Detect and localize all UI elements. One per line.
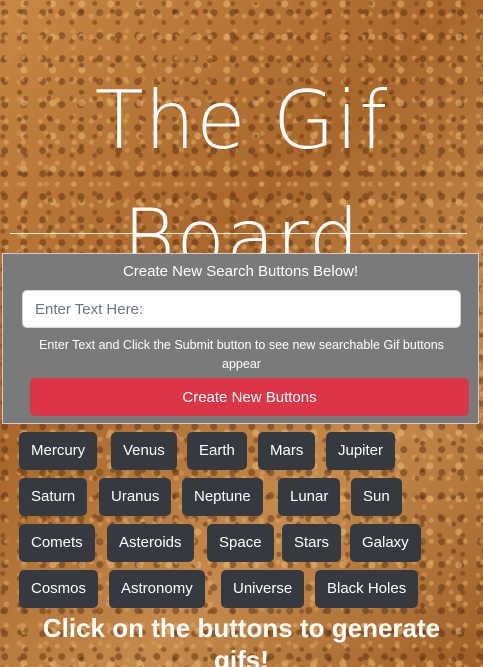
gif-button-mars[interactable]: Mars [258, 432, 316, 470]
gif-button-comets[interactable]: Comets [19, 524, 95, 562]
gif-button-galaxy[interactable]: Galaxy [350, 524, 421, 562]
gif-button-space[interactable]: Space [207, 524, 274, 562]
gif-button-cosmos[interactable]: Cosmos [19, 570, 99, 608]
gif-button-saturn[interactable]: Saturn [19, 478, 88, 516]
gif-button-universe[interactable]: Universe [221, 570, 305, 608]
gif-button-stars[interactable]: Stars [282, 524, 342, 562]
gif-button-uranus[interactable]: Uranus [99, 478, 172, 516]
gif-button-sun[interactable]: Sun [351, 478, 402, 516]
gif-button-asteroids[interactable]: Asteroids [107, 524, 194, 562]
gif-button-black-holes[interactable]: Black Holes [315, 570, 419, 608]
gif-button-jupiter[interactable]: Jupiter [326, 432, 396, 470]
gif-button-earth[interactable]: Earth [187, 432, 247, 470]
gif-button-neptune[interactable]: Neptune [182, 478, 263, 516]
gif-button-venus[interactable]: Venus [111, 432, 177, 470]
gif-button-mercury[interactable]: Mercury [19, 432, 98, 470]
gif-button-astronomy[interactable]: Astronomy [109, 570, 205, 608]
gif-button-grid: Mercury Venus Earth Mars Jupiter Saturn … [0, 0, 483, 620]
instruction-text: Click on the buttons to generate gifs! [42, 613, 441, 667]
gif-button-lunar[interactable]: Lunar [278, 478, 341, 516]
